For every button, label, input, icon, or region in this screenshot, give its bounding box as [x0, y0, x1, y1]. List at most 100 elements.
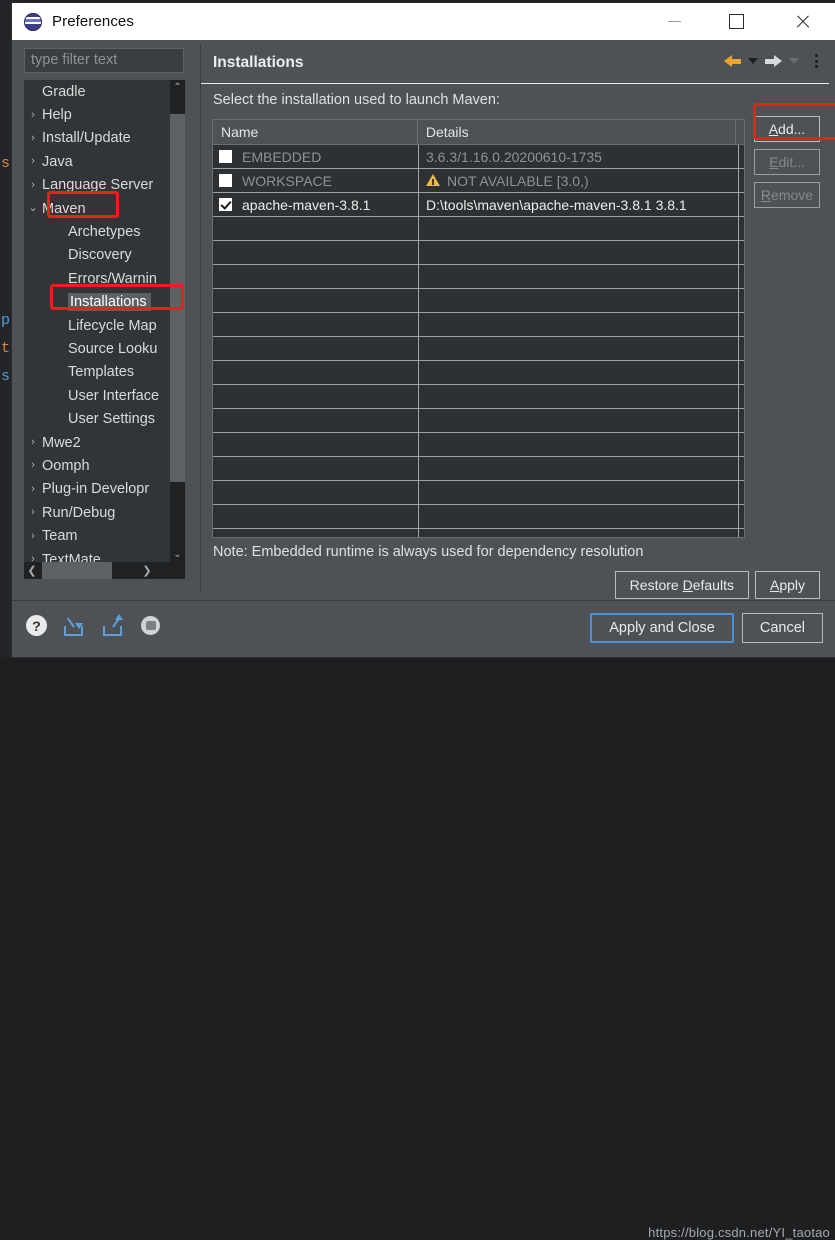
sidebar-item-install-update[interactable]: › Install/Update — [24, 127, 185, 150]
import-icon[interactable] — [63, 616, 86, 636]
sidebar-item-lifecycle-map[interactable]: Lifecycle Map — [24, 314, 185, 337]
help-icon[interactable]: ? — [26, 615, 47, 636]
cell-empty — [419, 481, 739, 504]
cell-empty — [739, 433, 744, 456]
sidebar-item-label: Mwe2 — [42, 434, 81, 451]
table-row-empty[interactable] — [213, 289, 744, 313]
table-action-buttons: Add... Edit... Remove — [754, 116, 820, 215]
chevron-right-icon[interactable]: › — [24, 179, 42, 191]
row-checkbox[interactable] — [219, 150, 232, 163]
table-row-empty[interactable] — [213, 433, 744, 457]
sidebar-item-installations[interactable]: Installations — [24, 291, 185, 314]
cell-details: NOT AVAILABLE [3.0,) — [419, 169, 739, 192]
table-row-empty[interactable] — [213, 409, 744, 433]
table-row-empty[interactable] — [213, 505, 744, 529]
sidebar-item-gradle[interactable]: Gradle — [24, 80, 185, 103]
restore-defaults-button[interactable]: Restore Defaults — [614, 571, 749, 599]
scroll-right-icon[interactable]: ❯ — [139, 562, 155, 579]
chevron-right-icon[interactable]: › — [24, 156, 42, 167]
installations-table[interactable]: Name Details EMBEDDED 3.6.3/1.16.0.202006… — [212, 119, 745, 538]
watermark: https://blog.csdn.net/YI_taotao — [648, 1225, 830, 1240]
table-row-empty[interactable] — [213, 313, 744, 337]
chevron-right-icon[interactable]: › — [24, 554, 42, 563]
table-row-empty[interactable] — [213, 265, 744, 289]
chevron-right-icon[interactable]: › — [24, 132, 42, 144]
minimize-button[interactable] — [651, 3, 697, 40]
cell-spacer — [739, 193, 744, 216]
table-row[interactable]: apache-maven-3.8.1 D:\tools\maven\apache-… — [213, 193, 744, 217]
table-row[interactable]: WORKSPACE NOT AVAILABLE [3.0,) — [213, 169, 744, 193]
sidebar-item-run-debug[interactable]: › Run/Debug — [24, 501, 185, 524]
table-row-empty[interactable] — [213, 337, 744, 361]
sidebar-item-source-looku[interactable]: Source Looku — [24, 337, 185, 360]
sidebar-item-errors-warnin[interactable]: Errors/Warnin — [24, 267, 185, 290]
cell-details: 3.6.3/1.16.0.20200610-1735 — [419, 145, 739, 168]
sidebar-item-archetypes[interactable]: Archetypes — [24, 220, 185, 243]
table-row-empty[interactable] — [213, 529, 744, 537]
sidebar-item-mwe2[interactable]: › Mwe2 — [24, 431, 185, 454]
cell-empty — [419, 241, 739, 264]
back-dropdown-icon[interactable] — [748, 58, 758, 64]
chevron-right-icon[interactable]: › — [24, 437, 42, 448]
sidebar-item-oomph[interactable]: › Oomph — [24, 454, 185, 477]
sidebar-item-plug-in-developr[interactable]: › Plug-in Developr — [24, 478, 185, 501]
sidebar-item-java[interactable]: › Java — [24, 150, 185, 173]
table-row-empty[interactable] — [213, 481, 744, 505]
tree-horizontal-scrollbar[interactable]: ❮ ❯ — [24, 562, 185, 579]
sidebar-item-help[interactable]: › Help — [24, 103, 185, 126]
sidebar-item-textmate[interactable]: › TextMate — [24, 548, 185, 563]
sidebar-item-templates[interactable]: Templates — [24, 361, 185, 384]
chevron-right-icon[interactable]: › — [24, 530, 42, 542]
hscrollbar-thumb[interactable] — [42, 562, 112, 579]
tree-vertical-scrollbar[interactable]: ⌃ ⌄ — [170, 80, 185, 562]
scroll-up-icon[interactable]: ⌃ — [170, 80, 185, 95]
oomph-recorder-icon[interactable] — [141, 616, 160, 635]
column-header-name[interactable]: Name — [213, 120, 418, 144]
chevron-right-icon[interactable]: › — [24, 460, 42, 471]
table-row-empty[interactable] — [213, 361, 744, 385]
sidebar-item-maven[interactable]: ⌄ Maven — [24, 197, 185, 220]
warning-icon — [426, 174, 440, 187]
view-menu-icon[interactable] — [812, 54, 821, 68]
scroll-down-icon[interactable]: ⌄ — [170, 547, 185, 562]
page-navigation-toolbar — [724, 54, 821, 68]
table-row-empty[interactable] — [213, 241, 744, 265]
apply-and-close-button[interactable]: Apply and Close — [590, 613, 734, 643]
add-button[interactable]: Add... — [754, 116, 820, 142]
table-row[interactable]: EMBEDDED 3.6.3/1.16.0.20200610-1735 — [213, 145, 744, 169]
maximize-button[interactable] — [713, 3, 759, 40]
table-row-empty[interactable] — [213, 385, 744, 409]
apply-button[interactable]: Apply — [754, 571, 820, 599]
cell-empty — [739, 529, 744, 537]
back-arrow-icon[interactable] — [724, 54, 741, 68]
cancel-button[interactable]: Cancel — [741, 613, 823, 643]
row-checkbox[interactable] — [219, 174, 232, 187]
sidebar-item-discovery[interactable]: Discovery — [24, 244, 185, 267]
table-body: EMBEDDED 3.6.3/1.16.0.20200610-1735 WORKSP… — [213, 145, 744, 537]
installation-details: 3.6.3/1.16.0.20200610-1735 — [426, 148, 602, 165]
row-checkbox[interactable] — [219, 198, 232, 211]
table-row-empty[interactable] — [213, 217, 744, 241]
sidebar-item-language-server[interactable]: › Language Server — [24, 174, 185, 197]
installation-name: apache-maven-3.8.1 — [242, 196, 371, 213]
chevron-right-icon[interactable]: › — [24, 483, 42, 495]
cell-empty — [213, 337, 419, 360]
close-button[interactable] — [779, 3, 825, 40]
dialog-icon-bar: ? — [26, 613, 160, 636]
chevron-right-icon[interactable]: › — [24, 507, 42, 518]
preferences-tree[interactable]: Gradle › Help › Install/Update › Java › Language… — [24, 80, 185, 562]
column-header-details[interactable]: Details — [418, 120, 736, 144]
scroll-left-icon[interactable]: ❮ — [24, 562, 40, 579]
chevron-right-icon[interactable]: › — [24, 109, 42, 121]
filter-input[interactable]: type filter text — [24, 48, 184, 73]
forward-arrow-icon[interactable] — [765, 54, 782, 68]
table-row-empty[interactable] — [213, 457, 744, 481]
sidebar-item-team[interactable]: › Team — [24, 524, 185, 547]
cell-empty — [419, 217, 739, 240]
export-icon[interactable] — [102, 613, 125, 636]
sidebar-item-user-settings[interactable]: User Settings — [24, 407, 185, 430]
chevron-down-icon[interactable]: ⌄ — [24, 203, 42, 214]
vscrollbar-thumb[interactable] — [170, 114, 185, 482]
title-bar: Preferences — [12, 3, 835, 40]
sidebar-item-user-interface[interactable]: User Interface — [24, 384, 185, 407]
